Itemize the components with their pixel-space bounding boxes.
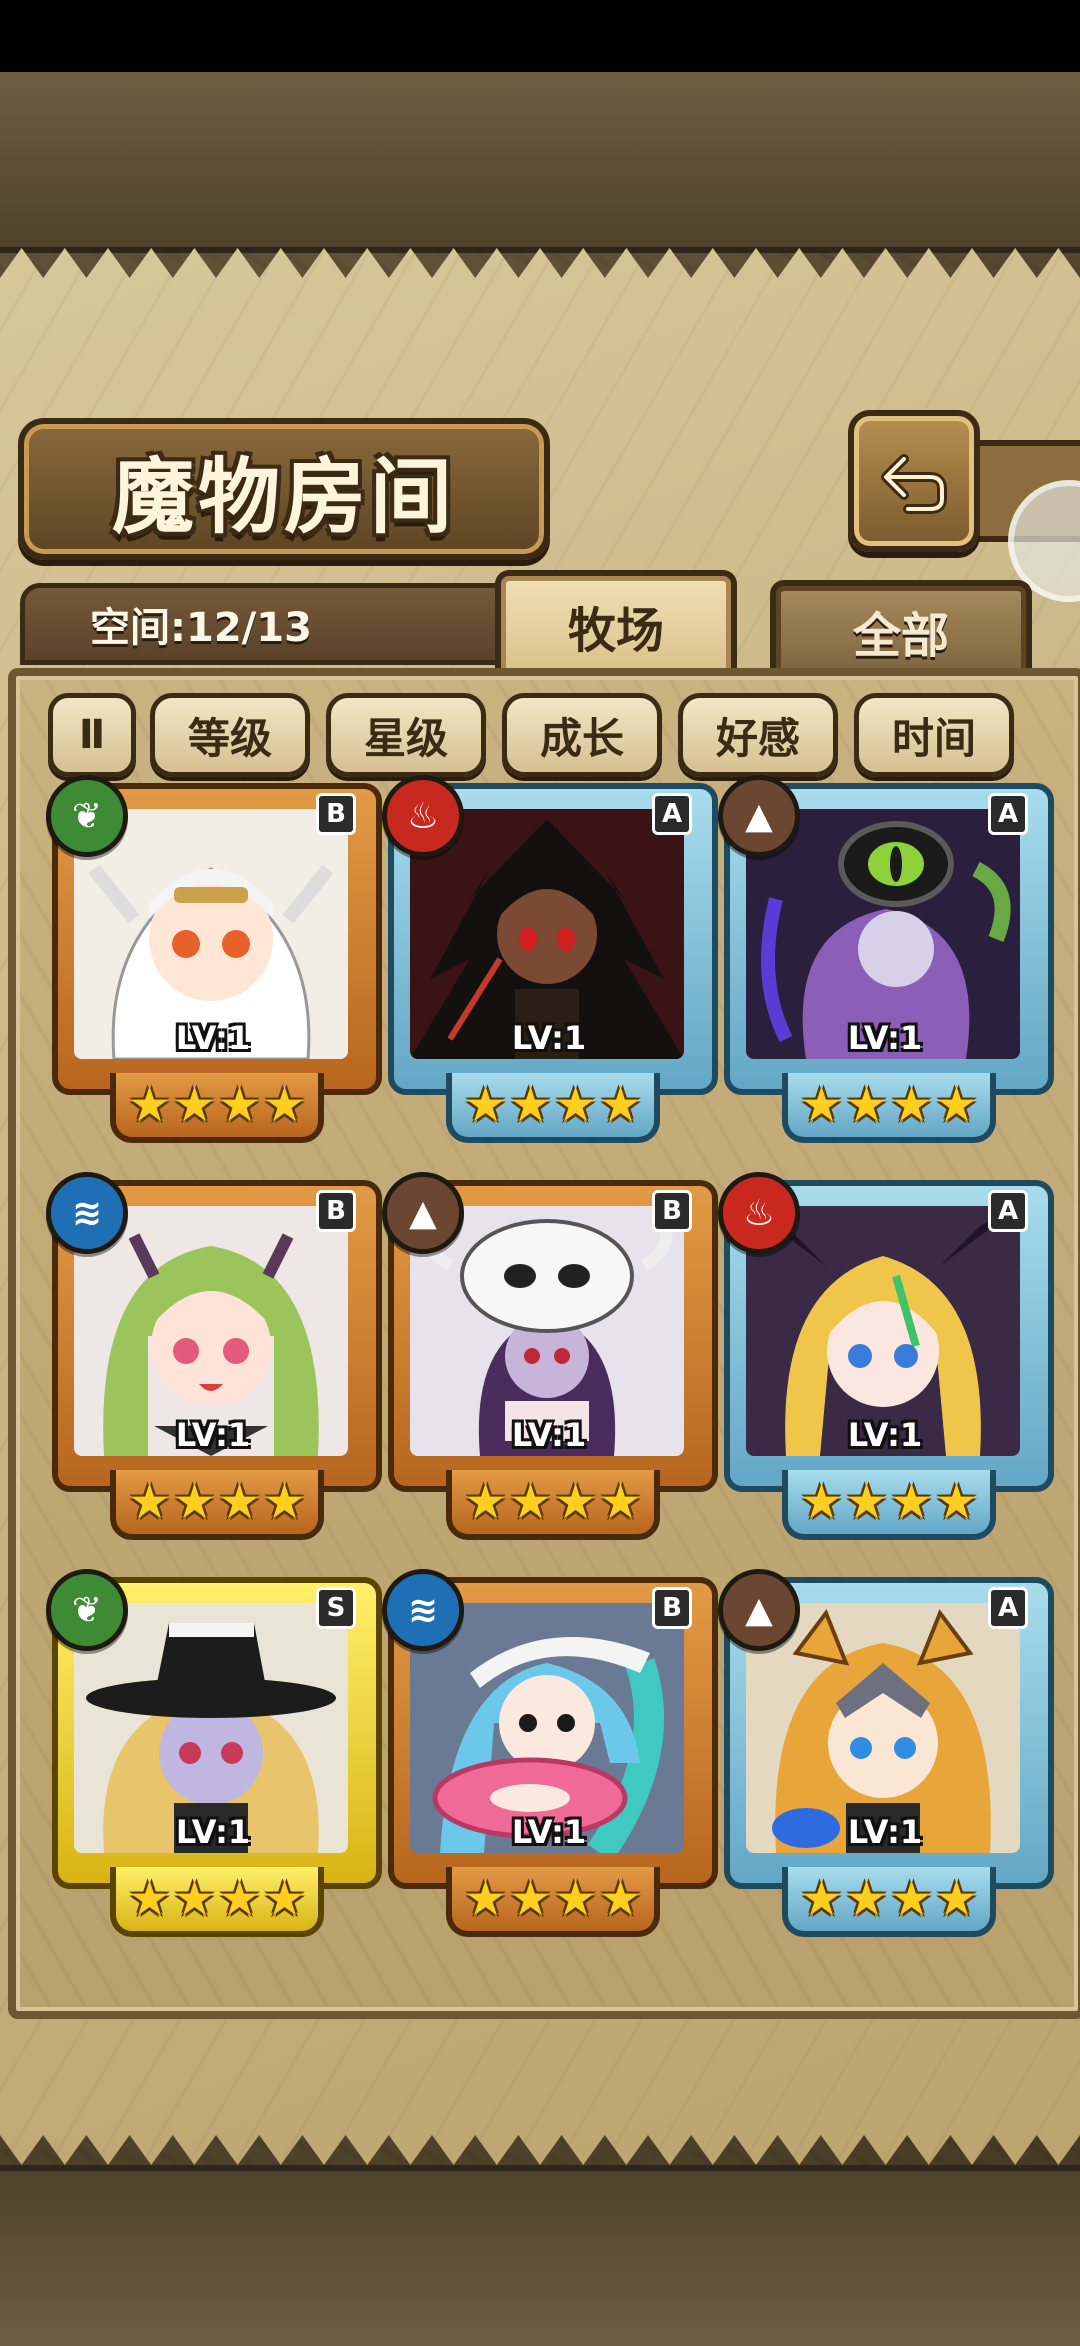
star-rating: ★ ★ ★ ★ [782, 1073, 996, 1143]
back-button[interactable] [848, 410, 980, 552]
level-label: LV:1 [175, 1416, 251, 1454]
rarity-badge: A [988, 793, 1028, 835]
sort-filter-row: Ⅱ 等级 星级 成长 好感 时间 [48, 693, 1028, 777]
bottom-wood-band [0, 2165, 1080, 2346]
sort-star-button[interactable]: 星级 [326, 693, 486, 777]
monster-card[interactable]: B ▲ LV:1 ★ ★ ★ ★ [382, 1172, 718, 1542]
star-rating: ★ ★ ★ ★ [446, 1470, 660, 1540]
tab-all[interactable]: 全部 [770, 580, 1032, 676]
rarity-badge: B [652, 1190, 692, 1232]
tab-pasture[interactable]: 牧场 [495, 570, 737, 676]
level-label: LV:1 [175, 1019, 251, 1057]
monster-card[interactable]: A ♨ LV:1 ★ ★ ★ ★ [382, 775, 718, 1145]
back-arrow-icon [881, 454, 947, 514]
sort-time-button[interactable]: 时间 [854, 693, 1014, 777]
star-rating: ★ ★ ★ ★ [110, 1867, 324, 1937]
rarity-badge: B [652, 1587, 692, 1629]
water-icon: ≋ [382, 1569, 464, 1651]
monster-card[interactable]: B ❦ LV:1 ★ ★ ★ ★ [46, 775, 382, 1145]
star-rating: ★ ★ ★ ★ [782, 1470, 996, 1540]
star-rating: ★ ★ ★ ★ [110, 1470, 324, 1540]
rarity-badge: B [316, 1190, 356, 1232]
earth-icon: ▲ [718, 1569, 800, 1651]
rarity-badge: A [652, 793, 692, 835]
pause-icon: Ⅱ [78, 712, 106, 758]
level-label: LV:1 [175, 1813, 251, 1851]
level-label: LV:1 [511, 1813, 587, 1851]
star-rating: ★ ★ ★ ★ [446, 1073, 660, 1143]
earth-icon: ▲ [718, 775, 800, 857]
rarity-badge: S [316, 1587, 356, 1629]
top-wood-band [0, 72, 1080, 253]
level-label: LV:1 [847, 1019, 923, 1057]
star-rating: ★ ★ ★ ★ [110, 1073, 324, 1143]
level-label: LV:1 [511, 1019, 587, 1057]
rarity-badge: A [988, 1190, 1028, 1232]
water-icon: ≋ [46, 1172, 128, 1254]
sort-order-button[interactable]: Ⅱ [48, 693, 136, 777]
grass-icon: ❦ [46, 1569, 128, 1651]
monster-card[interactable]: S ❦ LV:1 ★ ★ ★ ★ [46, 1569, 382, 1939]
earth-icon: ▲ [382, 1172, 464, 1254]
status-bar [0, 0, 1080, 72]
level-label: LV:1 [847, 1813, 923, 1851]
star-rating: ★ ★ ★ ★ [446, 1867, 660, 1937]
monster-card[interactable]: A ♨ LV:1 ★ ★ ★ ★ [718, 1172, 1054, 1542]
sort-level-button[interactable]: 等级 [150, 693, 310, 777]
star-rating: ★ ★ ★ ★ [782, 1867, 996, 1937]
fire-icon: ♨ [382, 775, 464, 857]
level-label: LV:1 [847, 1416, 923, 1454]
monster-card[interactable]: B ≋ LV:1 ★ ★ ★ ★ [46, 1172, 382, 1542]
rarity-badge: B [316, 793, 356, 835]
grass-icon: ❦ [46, 775, 128, 857]
monster-card[interactable]: A ▲ LV:1 ★ ★ ★ ★ [718, 775, 1054, 1145]
rarity-badge: A [988, 1587, 1028, 1629]
monster-card[interactable]: B ≋ LV:1 ★ ★ ★ ★ [382, 1569, 718, 1939]
sort-affection-button[interactable]: 好感 [678, 693, 838, 777]
page-title: 魔物房间 [111, 448, 456, 545]
space-count: 空间:12/13 [90, 605, 312, 651]
fire-icon: ♨ [718, 1172, 800, 1254]
sort-growth-button[interactable]: 成长 [502, 693, 662, 777]
title-plate: 魔物房间 [18, 418, 550, 560]
level-label: LV:1 [511, 1416, 587, 1454]
monster-card[interactable]: A ▲ LV:1 ★ ★ ★ ★ [718, 1569, 1054, 1939]
